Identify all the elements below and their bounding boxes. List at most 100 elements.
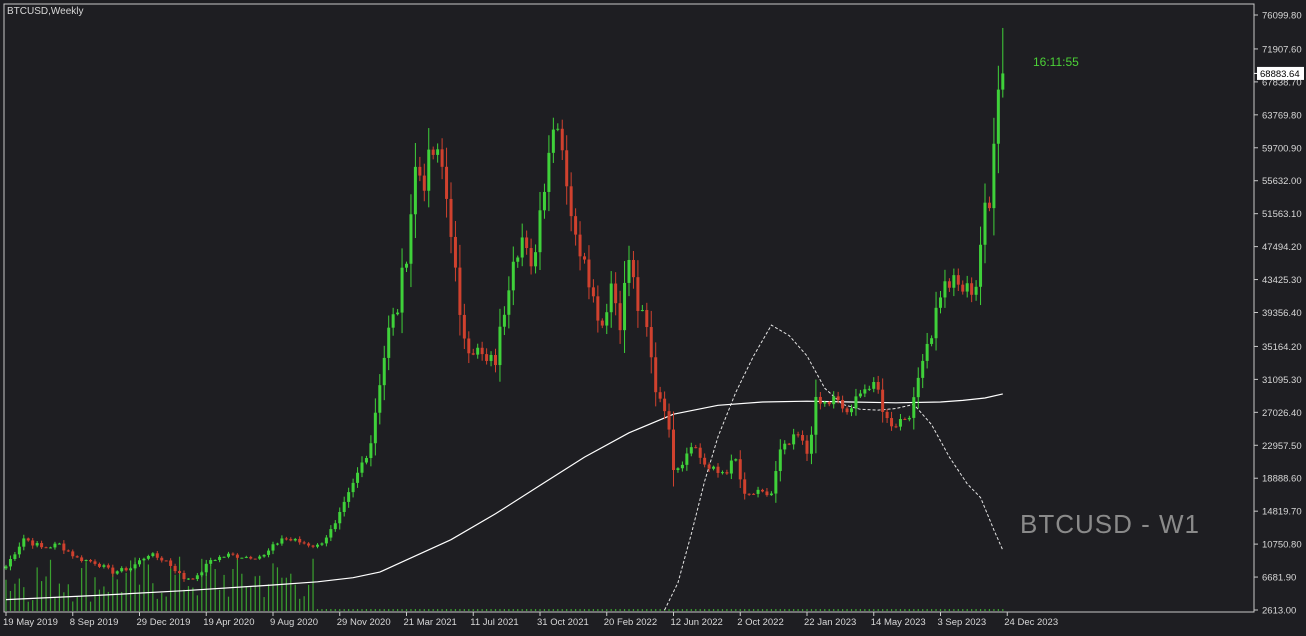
candle-body[interactable] <box>685 453 689 465</box>
candle-body[interactable] <box>369 443 373 458</box>
candle-body[interactable] <box>422 175 426 191</box>
candle-body[interactable] <box>583 256 586 260</box>
candle-body[interactable] <box>280 538 284 544</box>
candle-body[interactable] <box>881 389 885 412</box>
candle-body[interactable] <box>489 354 493 361</box>
candle-body[interactable] <box>240 557 244 559</box>
candle-body[interactable] <box>667 411 671 430</box>
candle-body[interactable] <box>716 466 720 473</box>
candle-body[interactable] <box>947 281 951 288</box>
candle-body[interactable] <box>774 471 778 494</box>
candle-body[interactable] <box>707 464 711 469</box>
candle-body[interactable] <box>169 560 173 566</box>
candle-body[interactable] <box>253 558 257 560</box>
candle-body[interactable] <box>329 529 333 538</box>
candle-body[interactable] <box>698 447 702 458</box>
candle-body[interactable] <box>231 553 235 555</box>
candle-body[interactable] <box>761 489 764 492</box>
candle-body[interactable] <box>578 234 582 257</box>
candle-body[interactable] <box>520 237 524 258</box>
candle-body[interactable] <box>71 551 75 557</box>
candle-body[interactable] <box>689 447 693 454</box>
candle-body[interactable] <box>850 408 853 413</box>
candle-body[interactable] <box>316 544 319 547</box>
candle-body[interactable] <box>431 149 435 155</box>
candle-body[interactable] <box>787 443 791 445</box>
candle-body[interactable] <box>712 466 716 469</box>
candle-body[interactable] <box>502 314 506 327</box>
candle-body[interactable] <box>547 152 551 192</box>
candle-body[interactable] <box>783 443 787 450</box>
candle-body[interactable] <box>409 214 413 264</box>
candle-body[interactable] <box>805 440 809 454</box>
candle-body[interactable] <box>271 544 275 551</box>
candle-body[interactable] <box>618 303 622 331</box>
candle-body[interactable] <box>663 398 667 412</box>
candle-body[interactable] <box>605 312 609 326</box>
candle-body[interactable] <box>1001 73 1005 90</box>
candle-body[interactable] <box>494 354 497 366</box>
candle-body[interactable] <box>200 572 204 576</box>
candle-body[interactable] <box>529 248 533 267</box>
candle-body[interactable] <box>462 314 466 339</box>
candle-body[interactable] <box>191 578 195 580</box>
candle-body[interactable] <box>961 284 965 292</box>
candle-body[interactable] <box>943 281 947 298</box>
candle-body[interactable] <box>658 392 662 399</box>
candle-body[interactable] <box>471 353 475 355</box>
candle-body[interactable] <box>738 459 742 480</box>
candle-body[interactable] <box>792 434 796 445</box>
candle-body[interactable] <box>801 434 805 441</box>
candle-body[interactable] <box>396 312 400 315</box>
candle-body[interactable] <box>400 267 404 313</box>
candle-body[interactable] <box>832 396 836 405</box>
candle-body[interactable] <box>284 538 288 540</box>
candle-body[interactable] <box>765 491 769 496</box>
candle-body[interactable] <box>155 553 159 558</box>
candle-body[interactable] <box>382 357 386 386</box>
candle-body[interactable] <box>40 543 44 548</box>
candle-body[interactable] <box>356 472 360 483</box>
candle-body[interactable] <box>769 493 773 496</box>
candle-body[interactable] <box>182 572 186 580</box>
candle-body[interactable] <box>507 290 511 315</box>
candle-body[interactable] <box>146 556 150 559</box>
candle-body[interactable] <box>53 543 57 548</box>
candle-body[interactable] <box>640 310 644 312</box>
candle-body[interactable] <box>405 263 408 268</box>
candle-body[interactable] <box>551 129 555 153</box>
candle-body[interactable] <box>952 275 956 288</box>
candle-body[interactable] <box>672 429 675 471</box>
candle-body[interactable] <box>311 545 315 547</box>
candle-body[interactable] <box>939 297 942 308</box>
candle-body[interactable] <box>752 493 756 495</box>
candle-body[interactable] <box>62 543 66 551</box>
candle-body[interactable] <box>338 511 342 524</box>
candle-body[interactable] <box>373 412 377 444</box>
candle-body[interactable] <box>898 419 902 427</box>
candle-body[interactable] <box>480 347 484 355</box>
candle-body[interactable] <box>596 296 600 321</box>
candle-body[interactable] <box>747 493 751 495</box>
candle-body[interactable] <box>49 547 52 549</box>
candle-body[interactable] <box>534 252 538 267</box>
candle-body[interactable] <box>324 537 328 544</box>
candle-body[interactable] <box>35 543 39 546</box>
candle-body[interactable] <box>360 462 364 473</box>
candle-body[interactable] <box>511 261 515 291</box>
candle-body[interactable] <box>720 472 724 474</box>
candle-body[interactable] <box>827 402 831 405</box>
candle-body[interactable] <box>195 575 199 580</box>
candle-body[interactable] <box>275 543 279 545</box>
candle-body[interactable] <box>614 283 618 304</box>
candle-body[interactable] <box>694 447 698 449</box>
candle-body[interactable] <box>302 542 306 544</box>
candle-body[interactable] <box>858 393 862 397</box>
candle-body[interactable] <box>645 310 649 328</box>
candle-body[interactable] <box>307 543 311 546</box>
candle-body[interactable] <box>138 560 141 565</box>
candle-body[interactable] <box>320 543 324 545</box>
chart-container[interactable]: 76099.80 71907.60 67838.70 63769.80 59700.90… <box>0 0 1306 631</box>
candle-body[interactable] <box>97 563 101 567</box>
candle-body[interactable] <box>93 561 97 564</box>
